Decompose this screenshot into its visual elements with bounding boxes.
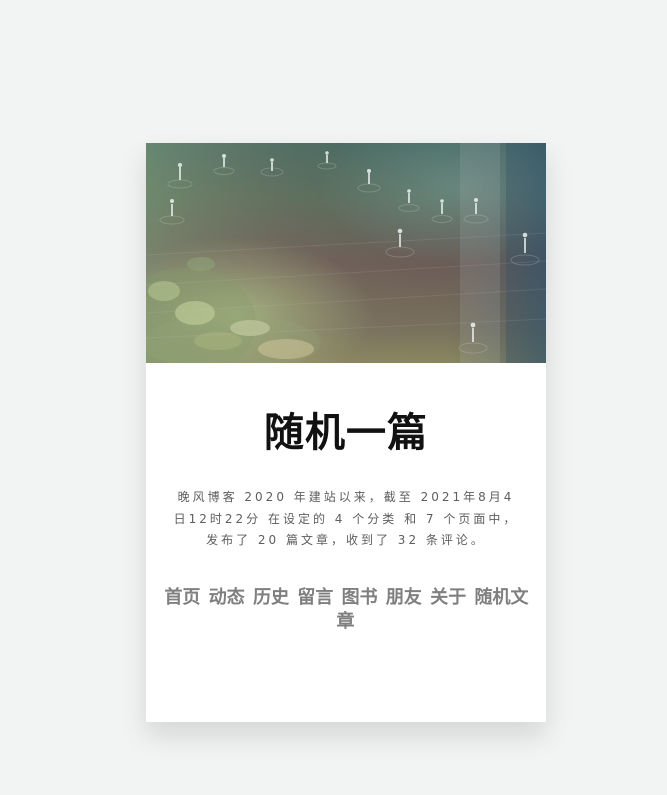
nav-link-home[interactable]: 首页 bbox=[165, 587, 201, 608]
page-title: 随机一篇 bbox=[264, 410, 428, 456]
blog-card: 随机一篇 晚风博客 2020 年建站以来，截至 2021年8月4日12时22分 … bbox=[146, 143, 546, 722]
nav-link-books[interactable]: 图书 bbox=[342, 587, 378, 608]
nav-link-friends[interactable]: 朋友 bbox=[386, 587, 422, 608]
main-nav: 首页 动态 历史 留言 图书 朋友 关于 随机文章 bbox=[156, 586, 536, 634]
nav-link-guestbook[interactable]: 留言 bbox=[297, 587, 333, 608]
nav-link-updates[interactable]: 动态 bbox=[209, 587, 245, 608]
nav-link-about[interactable]: 关于 bbox=[430, 587, 466, 608]
nav-link-history[interactable]: 历史 bbox=[253, 587, 289, 608]
cover-image bbox=[146, 143, 546, 363]
blog-description: 晚风博客 2020 年建站以来，截至 2021年8月4日12时22分 在设定的 … bbox=[173, 490, 519, 547]
